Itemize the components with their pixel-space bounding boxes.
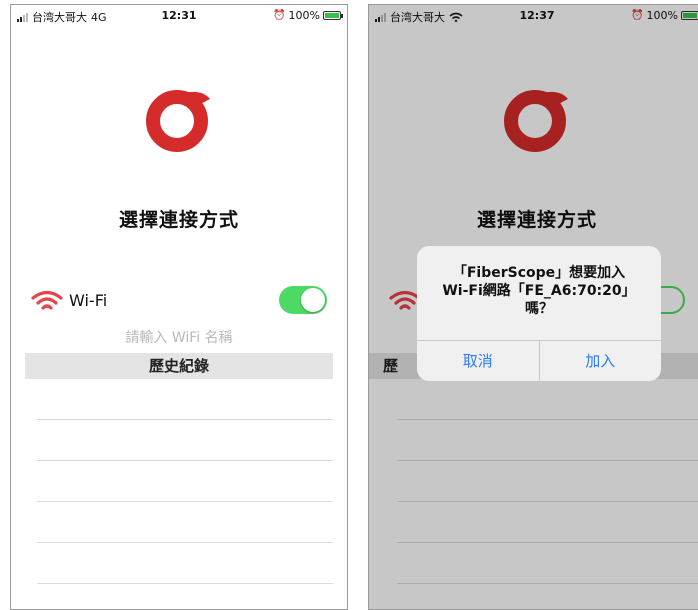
alert-line-3: 嗎？ bbox=[525, 301, 553, 317]
app-logo bbox=[146, 90, 210, 152]
history-row[interactable] bbox=[37, 502, 333, 543]
status-bar: 台湾大哥大 4G 12:31 ⏰ 100% bbox=[11, 5, 347, 27]
alert-buttons: 取消 加入 bbox=[417, 340, 661, 381]
history-row[interactable] bbox=[37, 543, 333, 584]
wifi-toggle[interactable] bbox=[279, 286, 327, 314]
wifi-option-row[interactable]: Wi-Fi bbox=[31, 285, 327, 317]
alert-message: 「FiberScope」想要加入 Wi-Fi網路「FE_A6:70:20」 嗎？ bbox=[425, 264, 653, 318]
history-row[interactable] bbox=[37, 461, 333, 502]
wifi-name-input[interactable]: 請輸入 WiFi 名稱 bbox=[11, 327, 347, 347]
join-button[interactable]: 加入 bbox=[538, 341, 662, 381]
wifi-icon bbox=[31, 290, 63, 310]
alarm-icon: ⏰ bbox=[273, 10, 286, 21]
battery-percent: 100% bbox=[288, 9, 320, 22]
history-row[interactable] bbox=[37, 420, 333, 461]
status-right: ⏰ 100% bbox=[273, 9, 343, 22]
page-title: 選擇連接方式 bbox=[118, 209, 239, 231]
wifi-label: Wi-Fi bbox=[69, 291, 108, 310]
alert-line-1: 「FiberScope」想要加入 bbox=[452, 265, 626, 281]
cancel-button[interactable]: 取消 bbox=[417, 341, 539, 381]
alert-line-2: Wi-Fi網路「FE_A6:70:20」 bbox=[442, 283, 636, 299]
wifi-join-alert: 「FiberScope」想要加入 Wi-Fi網路「FE_A6:70:20」 嗎？… bbox=[417, 246, 661, 381]
phone-screen-connection-method: 台湾大哥大 4G 12:31 ⏰ 100% 選擇連接方式 Wi-Fi 請輸入 W… bbox=[10, 4, 348, 610]
phone-screen-wifi-join-alert: 台湾大哥大 12:37 ⏰ 100% 選擇連接方式 歷 「FiberScope」… bbox=[368, 4, 698, 610]
toggle-knob bbox=[301, 288, 325, 312]
history-row[interactable] bbox=[37, 379, 333, 420]
history-list bbox=[37, 379, 333, 584]
battery-icon bbox=[323, 11, 343, 20]
history-header: 歷史紀錄 bbox=[25, 353, 333, 379]
